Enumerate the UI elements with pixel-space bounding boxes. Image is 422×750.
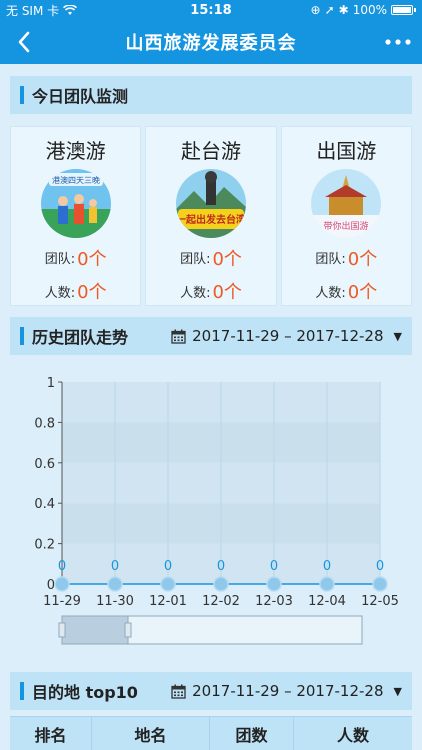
data-point	[266, 576, 282, 592]
lock-rotation-icon: ⊕	[310, 3, 321, 17]
data-label: 0	[111, 559, 119, 574]
section-destination-title: 目的地 top10	[32, 683, 138, 702]
section-today-title: 今日团队监测	[32, 87, 129, 106]
team-count: 0个	[212, 248, 242, 270]
team-label: 团队:	[180, 252, 211, 268]
data-label: 0	[58, 559, 66, 574]
history-trend-chart: 0 0.2 0.4 0.6 0.8 1 0 0 0 0 0 0 0 11-29 11-30 12-01 12-0…	[10, 370, 412, 660]
x-tick-label: 12-04	[308, 594, 346, 609]
destination-date-picker[interactable]: 2017-11-29 – 2017-12-28 ▼	[171, 672, 402, 710]
team-label: 团队:	[44, 252, 76, 268]
y-tick-label: 0.4	[34, 497, 55, 512]
people-label: 人数:	[180, 285, 211, 301]
back-button[interactable]	[0, 20, 48, 64]
x-tick-label: 11-30	[96, 594, 134, 609]
people-count: 0个	[347, 282, 378, 304]
data-point	[54, 576, 70, 592]
caret-down-icon: ▼	[393, 329, 402, 343]
line-chart: 00.20.40.60.810 0 0 0 0 0 011-29 11-30 12-01 12-0…	[34, 376, 399, 645]
wifi-icon	[63, 4, 78, 15]
image-caption: 港澳四天三晚	[52, 175, 100, 185]
x-tick-label: 12-03	[255, 594, 293, 609]
x-tick-label: 12-05	[361, 594, 399, 609]
x-tick-label: 12-02	[202, 594, 240, 609]
carrier-label: 无 SIM 卡	[6, 3, 60, 18]
y-tick-label: 0.6	[34, 457, 55, 472]
people-count: 0个	[77, 282, 107, 304]
y-tick-label: 0.8	[34, 416, 55, 431]
abroad-image: 带你出国游	[311, 168, 382, 238]
people-count: 0个	[212, 282, 242, 304]
section-history-title: 历史团队走势	[32, 328, 129, 347]
card-hkmacau[interactable]: 港澳游 港澳四天三晚 团队: 0个 人数: 0个	[10, 126, 142, 306]
section-destination-header: 目的地 top10 2017-11-29 – 2017-12-28 ▼	[10, 672, 412, 710]
taiwan-image: 一起出发去台湾	[175, 168, 246, 238]
location-icon: ➚	[324, 3, 335, 17]
card-title: 出国游	[316, 139, 377, 163]
data-label: 0	[270, 559, 278, 574]
section-history-header: 历史团队走势 2017-11-29 – 2017-12-28 ▼	[10, 317, 412, 355]
bluetooth-icon: ✱	[338, 3, 349, 17]
people-label: 人数:	[44, 285, 76, 301]
calendar-icon	[171, 684, 186, 699]
team-count: 0个	[347, 248, 378, 270]
col-rank[interactable]: 排名	[10, 717, 92, 750]
x-tick-label: 11-29	[43, 594, 81, 609]
status-bar: 无 SIM 卡 15:18 ⊕ ➚ ✱ 100%	[0, 0, 422, 20]
data-point	[160, 576, 176, 592]
chevron-left-icon	[18, 31, 30, 53]
card-taiwan[interactable]: 赴台游 一起出发去台湾 团队: 0个 人数: 0个	[145, 126, 277, 306]
battery-percent: 100%	[352, 3, 387, 17]
image-caption: 带你出国游	[324, 220, 369, 232]
zoom-slider-handle[interactable]	[58, 622, 66, 638]
data-label: 0	[164, 559, 172, 574]
history-date-range: 2017-11-29 – 2017-12-28	[192, 327, 384, 345]
data-label: 0	[323, 559, 331, 574]
more-dots-icon	[385, 39, 411, 45]
col-teams[interactable]: 团数	[210, 717, 294, 750]
hkmacau-image: 港澳四天三晚	[40, 168, 111, 238]
team-label: 团队:	[315, 252, 346, 268]
zoom-slider-handle[interactable]	[124, 622, 132, 638]
caret-down-icon: ▼	[393, 684, 402, 698]
image-caption: 一起出发去台湾	[176, 213, 246, 226]
more-button[interactable]	[374, 20, 422, 64]
page-title: 山西旅游发展委员会	[125, 33, 297, 54]
nav-bar: 山西旅游发展委员会	[0, 20, 422, 64]
clock: 15:18	[190, 2, 232, 18]
x-tick-label: 12-01	[149, 594, 187, 609]
tour-type-cards: 港澳游 港澳四天三晚 团队: 0个 人数: 0个 赴台游 一起出发去台湾 团队:…	[10, 126, 412, 306]
y-tick-label: 0.2	[34, 538, 55, 553]
data-point	[319, 576, 335, 592]
col-place[interactable]: 地名	[92, 717, 210, 750]
card-title: 赴台游	[180, 139, 241, 163]
battery-icon	[391, 5, 413, 15]
data-label: 0	[217, 559, 225, 574]
data-label: 0	[376, 559, 384, 574]
card-abroad[interactable]: 出国游 带你出国游 团队: 0个 人数: 0个	[280, 126, 412, 306]
people-label: 人数:	[315, 285, 346, 301]
data-point	[372, 576, 388, 592]
y-tick-label: 1	[47, 376, 55, 391]
col-people[interactable]: 人数	[294, 717, 412, 750]
destination-date-range: 2017-11-29 – 2017-12-28	[192, 682, 384, 700]
y-tick-label: 0	[47, 578, 55, 593]
data-point	[213, 576, 229, 592]
calendar-icon	[171, 329, 186, 344]
destination-table-header: 排名 地名 团数 人数	[10, 716, 412, 750]
team-count: 0个	[77, 248, 107, 270]
history-date-picker[interactable]: 2017-11-29 – 2017-12-28 ▼	[171, 317, 402, 355]
section-today-header: 今日团队监测	[10, 76, 412, 114]
data-point	[107, 576, 123, 592]
card-title: 港澳游	[45, 139, 106, 163]
zoom-slider-window[interactable]	[61, 615, 129, 645]
